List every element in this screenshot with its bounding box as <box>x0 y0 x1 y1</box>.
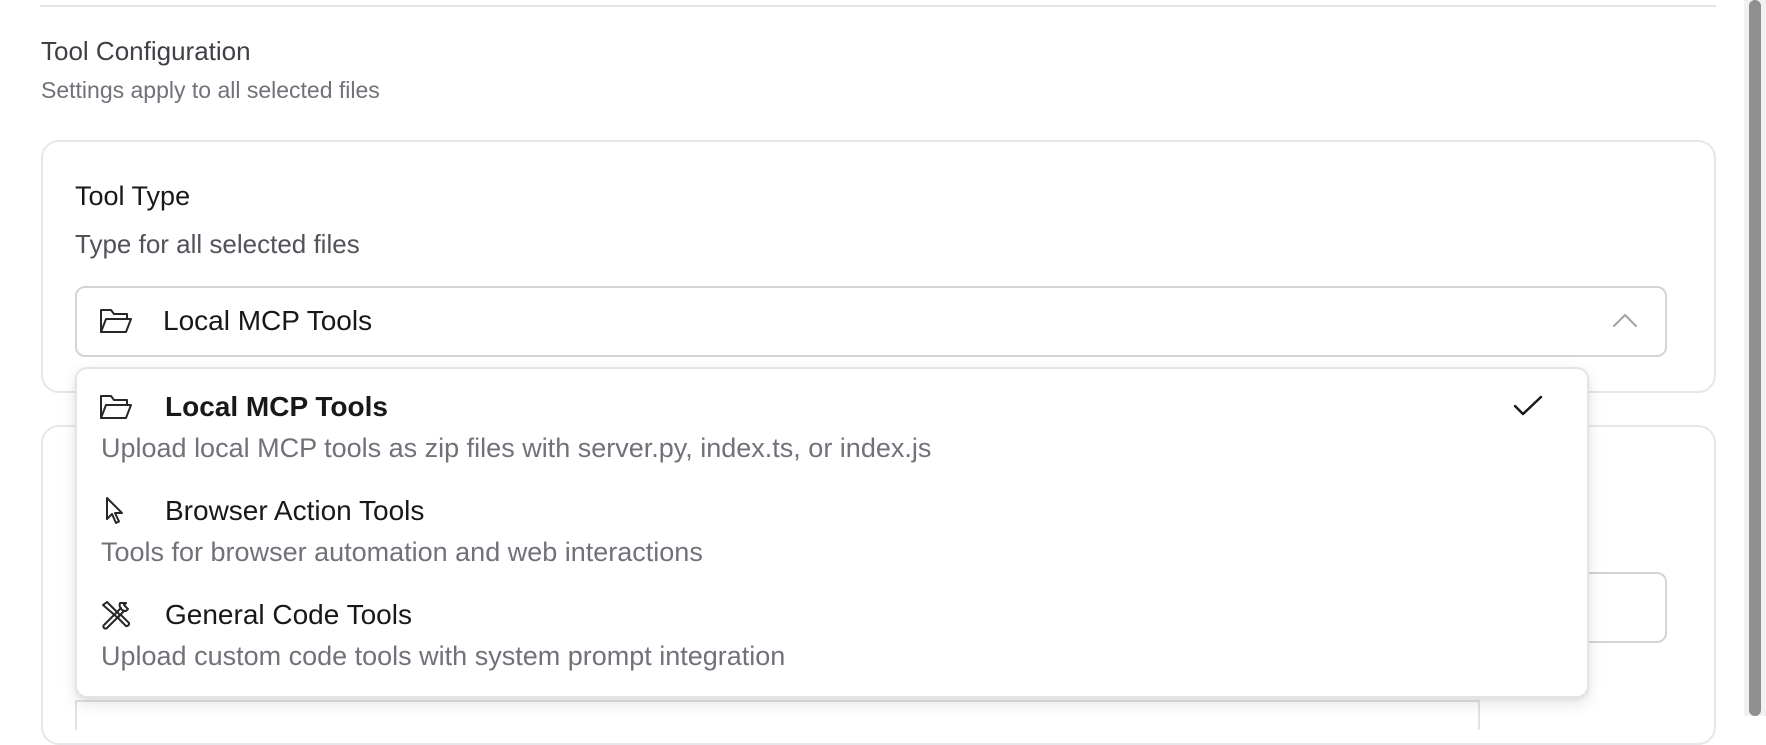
partially-hidden-field[interactable] <box>75 700 1480 730</box>
option-description: Tools for browser automation and web int… <box>101 537 703 567</box>
option-browser-action-tools[interactable]: Browser Action Tools Tools for browser a… <box>77 473 1587 577</box>
chevron-up-icon <box>1611 311 1639 331</box>
check-icon <box>1512 393 1544 419</box>
tool-type-description: Type for all selected files <box>75 229 360 259</box>
option-label: Browser Action Tools <box>165 495 425 526</box>
option-description: Upload custom code tools with system pro… <box>101 641 786 671</box>
tool-type-selected-value: Local MCP Tools <box>163 305 373 336</box>
option-description: Upload local MCP tools as zip files with… <box>101 433 932 463</box>
top-divider <box>40 5 1716 7</box>
section-title: Tool Configuration <box>41 36 251 66</box>
tool-type-dropdown: Local MCP Tools Upload local MCP tools a… <box>75 367 1589 698</box>
cursor-pointer-icon <box>99 496 133 526</box>
tools-icon <box>99 600 133 630</box>
folder-open-icon <box>99 392 133 422</box>
section-subtitle: Settings apply to all selected files <box>41 77 380 103</box>
option-label: Local MCP Tools <box>165 391 388 422</box>
option-general-code-tools[interactable]: General Code Tools Upload custom code to… <box>77 577 1587 681</box>
tool-type-label: Tool Type <box>75 181 191 211</box>
scrollbar-thumb[interactable] <box>1749 0 1761 716</box>
scrollbar-track[interactable] <box>1744 0 1766 716</box>
folder-open-icon <box>99 306 133 336</box>
option-local-mcp-tools[interactable]: Local MCP Tools Upload local MCP tools a… <box>77 369 1587 473</box>
option-label: General Code Tools <box>165 599 412 630</box>
tool-type-select[interactable]: Local MCP Tools <box>75 286 1667 357</box>
